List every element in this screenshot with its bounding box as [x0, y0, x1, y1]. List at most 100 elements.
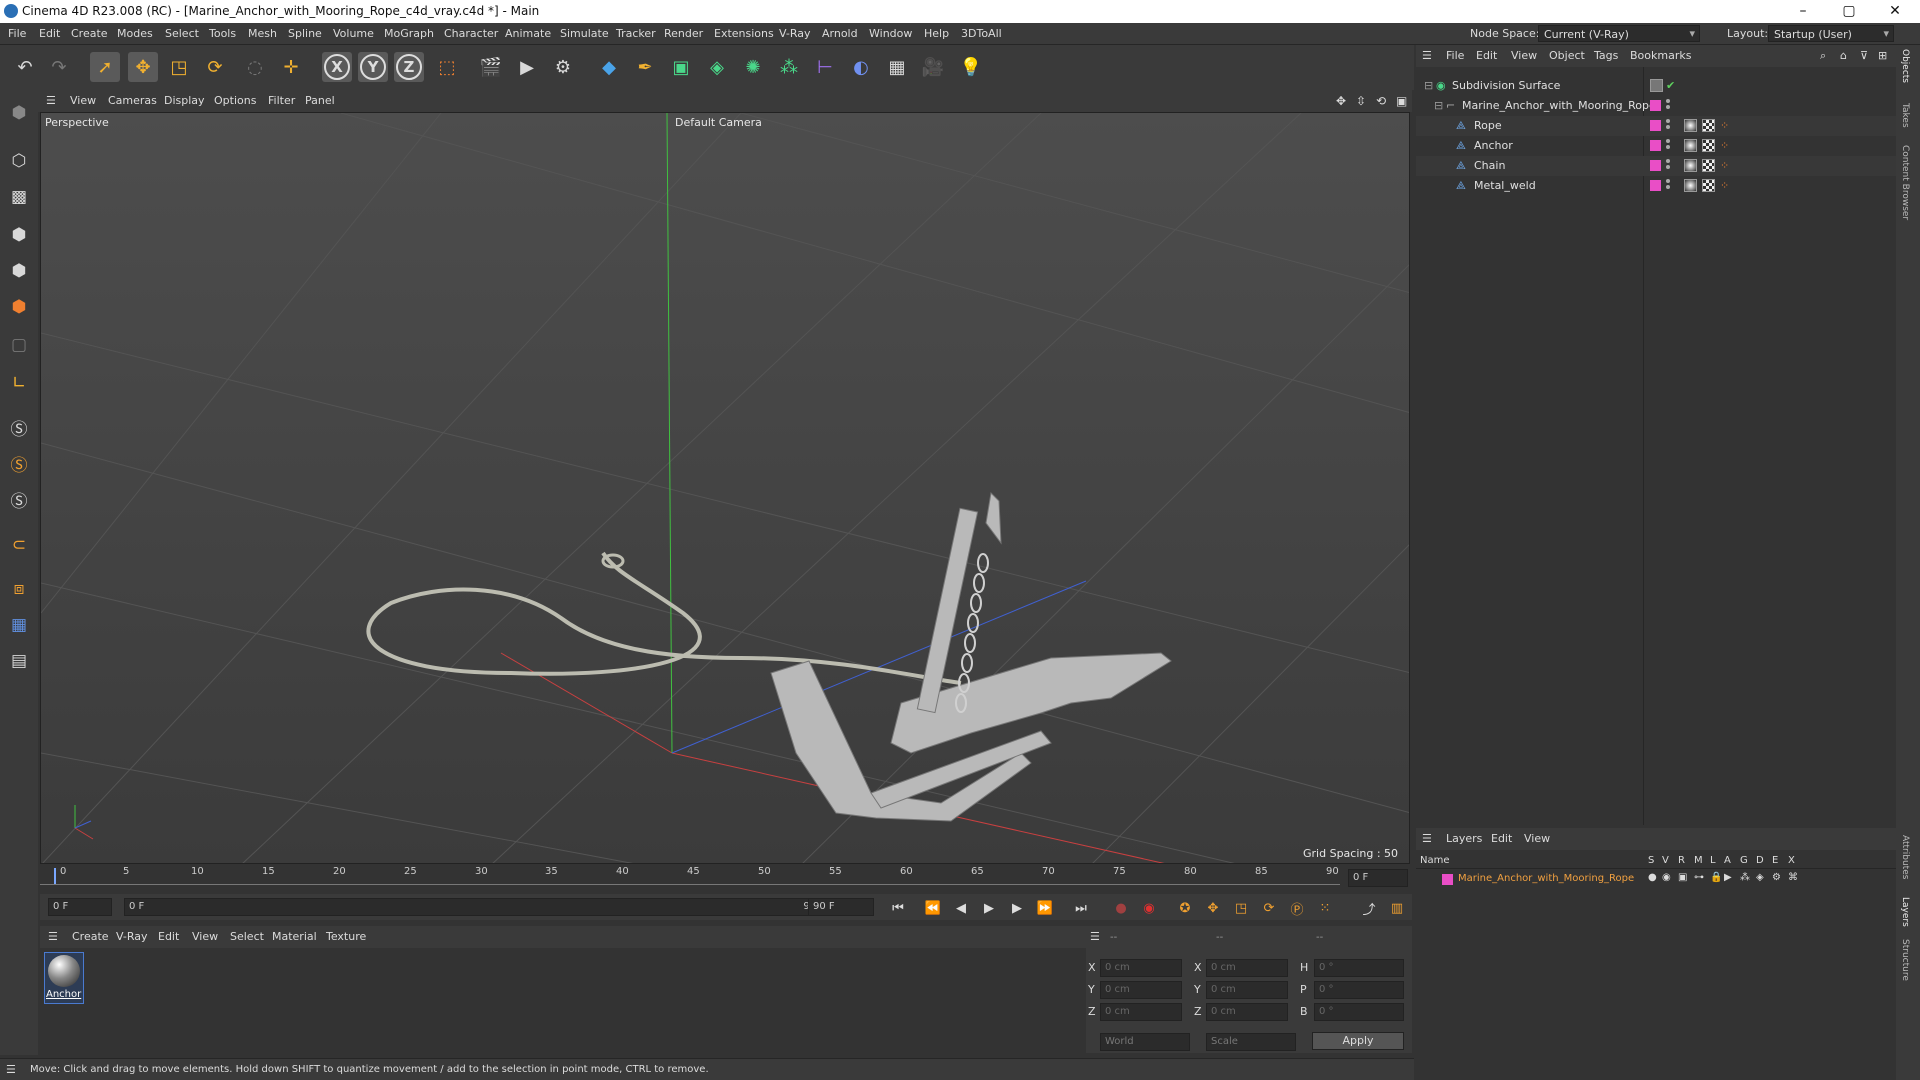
render-toggle-icon[interactable]: ▣ — [1678, 872, 1687, 883]
menu-tracker[interactable]: Tracker — [616, 27, 656, 40]
viewport-pan-icon[interactable]: ✥ — [1336, 94, 1346, 108]
subdivision-surface-button[interactable]: ▣ — [666, 52, 696, 82]
material-menu-select[interactable]: Select — [230, 930, 264, 943]
coords-hamburger-icon[interactable]: ☰ — [1090, 930, 1100, 943]
layers-menu-view[interactable]: View — [1524, 832, 1550, 845]
tab-layers[interactable]: Layers — [1900, 897, 1910, 927]
key-parameter-button[interactable]: Ⓟ — [1286, 897, 1308, 919]
menu-modes[interactable]: Modes — [117, 27, 153, 40]
layer-color-swatch[interactable] — [1650, 100, 1661, 111]
objects-search-icon[interactable]: ⌕ — [1820, 49, 1826, 63]
layer-row[interactable]: Marine_Anchor_with_Mooring_Rope ● ◉ ▣ ⊶ … — [1416, 871, 1896, 889]
layer-color-swatch[interactable] — [1650, 140, 1661, 151]
visibility-dots-icon[interactable] — [1666, 99, 1670, 111]
viewport-menu-view[interactable]: View — [70, 94, 96, 107]
status-hamburger-icon[interactable]: ☰ — [6, 1063, 16, 1076]
objects-menu-edit[interactable]: Edit — [1476, 49, 1497, 62]
expression-icon[interactable]: ⚙ — [1772, 872, 1781, 883]
cloner-button[interactable]: ✺ — [738, 52, 768, 82]
objects-new-window-icon[interactable]: ⊞ — [1878, 49, 1887, 62]
objects-menu-view[interactable]: View — [1511, 49, 1537, 62]
timeline-window-button[interactable]: ▥ — [1386, 897, 1408, 919]
menu-volume[interactable]: Volume — [333, 27, 374, 40]
deformer-button[interactable]: ⊢ — [810, 52, 840, 82]
key-position-button[interactable]: ✥ — [1202, 897, 1224, 919]
coord-mode-dropdown[interactable]: Scale — [1206, 1033, 1296, 1051]
visibility-dots-icon[interactable] — [1666, 179, 1670, 191]
material-menu-texture[interactable]: Texture — [326, 930, 366, 943]
z-axis-lock-button[interactable]: Z — [394, 52, 424, 82]
object-row-chain[interactable]: ⟁ Chain ⁘ — [1416, 156, 1896, 176]
phong-tag-icon[interactable]: ⁘ — [1720, 179, 1729, 192]
size-y-field[interactable]: 0 cm — [1206, 981, 1288, 999]
start-frame-field[interactable]: 0 F — [48, 898, 112, 916]
light-button[interactable]: 💡 — [956, 52, 986, 82]
size-x-field[interactable]: 0 cm — [1206, 959, 1288, 977]
menu-arnold[interactable]: Arnold — [822, 27, 858, 40]
menu-window[interactable]: Window — [869, 27, 912, 40]
objects-menu-object[interactable]: Object — [1549, 49, 1585, 62]
material-tag-icon[interactable] — [1684, 139, 1697, 152]
apply-button[interactable]: Apply — [1312, 1032, 1404, 1050]
next-key-button[interactable]: ⏩ — [1034, 897, 1056, 919]
viewport-menu-panel[interactable]: Panel — [305, 94, 335, 107]
viewport-camera-name[interactable]: Default Camera — [675, 116, 762, 129]
field-button[interactable]: ◐ — [846, 52, 876, 82]
record-keyframe-button[interactable]: ● — [1110, 897, 1132, 919]
material-tag-icon[interactable] — [1684, 119, 1697, 132]
coord-system-dropdown[interactable]: World — [1100, 1033, 1190, 1051]
menu-mograph[interactable]: MoGraph — [384, 27, 434, 40]
workplane-button[interactable]: ⧈ — [4, 574, 34, 604]
object-row-metal-weld[interactable]: ⟁ Metal_weld ⁘ — [1416, 176, 1896, 196]
pos-z-field[interactable]: 0 cm — [1100, 1003, 1182, 1021]
objects-menu-bookmarks[interactable]: Bookmarks — [1630, 49, 1691, 62]
material-menu-material[interactable]: Material — [272, 930, 317, 943]
prev-key-button[interactable]: ⏪ — [922, 897, 944, 919]
pos-y-field[interactable]: 0 cm — [1100, 981, 1182, 999]
coordinate-system-button[interactable]: ⬚ — [432, 52, 462, 82]
playhead[interactable] — [54, 868, 56, 884]
viewport-menu-filter[interactable]: Filter — [268, 94, 295, 107]
camera-button[interactable]: 🎥 — [918, 52, 948, 82]
live-selection-button[interactable]: ➚ — [90, 52, 120, 82]
mograph-button[interactable]: ⁂ — [774, 52, 804, 82]
polygon-mode-button[interactable]: ⬢ — [4, 292, 34, 322]
material-hamburger-icon[interactable]: ☰ — [48, 930, 58, 943]
spline-pen-button[interactable]: ✒ — [630, 52, 660, 82]
layer-color-swatch[interactable] — [1442, 874, 1453, 885]
pos-x-field[interactable]: 0 cm — [1100, 959, 1182, 977]
goto-end-button[interactable]: ⏭ — [1070, 897, 1092, 919]
motion-clip-button[interactable]: ⤴ — [1358, 897, 1380, 919]
y-axis-lock-button[interactable]: Y — [358, 52, 388, 82]
timeline-ruler[interactable]: 0 5 10 15 20 25 30 35 40 45 50 55 60 65 … — [40, 866, 1410, 892]
workplane-snap-button[interactable]: Ⓢ — [4, 484, 34, 514]
add-object-button[interactable]: ✛ — [276, 52, 306, 82]
snap-settings-button[interactable]: Ⓢ — [4, 448, 34, 478]
extrude-button[interactable]: ◈ — [702, 52, 732, 82]
play-button[interactable]: ▶ — [978, 897, 1000, 919]
lock-icon[interactable]: 🔒 — [1710, 872, 1722, 883]
material-menu-create[interactable]: Create — [72, 930, 109, 943]
solo-toggle-icon[interactable]: ● — [1648, 872, 1657, 883]
key-pla-button[interactable]: ⁙ — [1314, 897, 1336, 919]
manager-toggle-icon[interactable]: ⊶ — [1694, 872, 1704, 883]
grid-plane-button[interactable]: ▦ — [4, 610, 34, 640]
viewport-menu-cameras[interactable]: Cameras — [108, 94, 157, 107]
material-menu-edit[interactable]: Edit — [158, 930, 179, 943]
expand-toggle[interactable]: ⊟ — [1434, 99, 1443, 112]
layout-dropdown[interactable]: Startup (User) — [1768, 25, 1894, 42]
menu-extensions[interactable]: Extensions — [714, 27, 774, 40]
phong-tag-icon[interactable]: ⁘ — [1720, 119, 1729, 132]
object-row-marine-anchor[interactable]: ⊟ ⌐ Marine_Anchor_with_Mooring_Rope — [1416, 96, 1896, 116]
menu-vray[interactable]: V-Ray — [779, 27, 811, 40]
axis-mode-button[interactable]: ∟ — [4, 368, 34, 398]
material-swatch-anchor[interactable]: Anchor — [44, 952, 84, 1004]
maximize-button[interactable]: ▢ — [1826, 1, 1872, 21]
texture-mode-button[interactable]: ▩ — [4, 182, 34, 212]
uv-mode-button[interactable]: ▢ — [4, 330, 34, 360]
visibility-dots-icon[interactable] — [1666, 119, 1670, 131]
current-frame-field[interactable]: 0 F — [1348, 869, 1408, 887]
layer-color-swatch[interactable] — [1650, 160, 1661, 171]
menu-spline[interactable]: Spline — [288, 27, 322, 40]
node-space-dropdown[interactable]: Current (V-Ray) — [1538, 25, 1700, 42]
